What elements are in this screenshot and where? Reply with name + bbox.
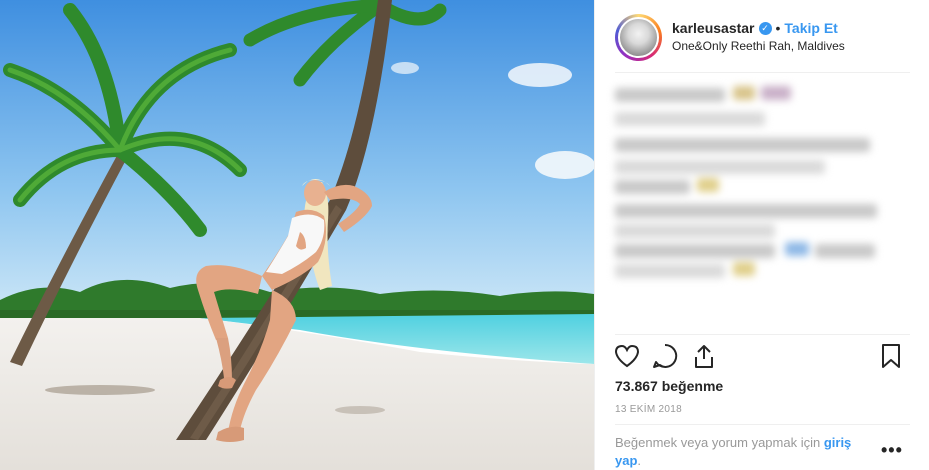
header-row: karleusastar ✓ • Takip Et (672, 19, 845, 37)
profile-avatar-icon[interactable] (618, 16, 659, 58)
header-divider (615, 72, 910, 73)
post-sidebar: karleusastar ✓ • Takip Et One&Only Reeth… (594, 0, 929, 470)
post-header: karleusastar ✓ • Takip Et One&Only Reeth… (615, 8, 910, 66)
follow-button[interactable]: Takip Et (784, 19, 837, 37)
share-icon[interactable] (690, 342, 718, 370)
blurred-caption (615, 80, 895, 280)
profile-avatar-ring[interactable] (615, 13, 662, 61)
verified-badge-icon: ✓ (758, 21, 772, 35)
post-date[interactable]: 13 EKİM 2018 (615, 404, 682, 415)
like-count[interactable]: 73.867 beğenme (615, 378, 723, 394)
heart-icon[interactable] (613, 342, 641, 370)
action-bar (613, 342, 910, 372)
more-options-button[interactable]: ••• (881, 440, 903, 461)
bookmark-icon[interactable] (877, 342, 905, 370)
location-link[interactable]: One&Only Reethi Rah, Maldives (672, 37, 845, 55)
username-link[interactable]: karleusastar (672, 19, 755, 37)
login-prompt: Beğenmek veya yorum yapmak için giriş ya… (615, 434, 870, 470)
footer-divider (615, 424, 910, 425)
post-photo[interactable] (0, 0, 594, 470)
login-prompt-text: Beğenmek veya yorum yapmak için (615, 435, 821, 450)
header-separator: • (775, 20, 781, 36)
comment-icon[interactable] (651, 342, 679, 370)
actions-divider (615, 334, 910, 335)
instagram-post: karleusastar ✓ • Takip Et One&Only Reeth… (0, 0, 929, 470)
header-text: karleusastar ✓ • Takip Et One&Only Reeth… (672, 19, 845, 55)
login-prompt-period: . (637, 453, 642, 468)
